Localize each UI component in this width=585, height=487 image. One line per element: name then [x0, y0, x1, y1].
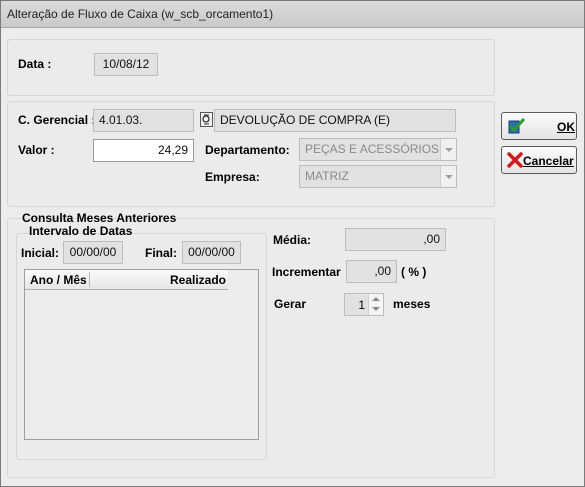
departamento-label: Departamento:: [205, 143, 290, 157]
ok-button[interactable]: OK: [501, 112, 577, 140]
stepper-buttons[interactable]: [368, 294, 383, 315]
final-label: Final:: [145, 246, 177, 260]
media-field: ,00: [345, 228, 446, 251]
final-field[interactable]: 00/00/00: [182, 241, 241, 264]
incrementar-field[interactable]: ,00: [346, 260, 397, 283]
chevron-down-icon[interactable]: [440, 166, 456, 187]
consulta-title: Consulta Meses Anteriores: [22, 211, 177, 225]
history-table[interactable]: Ano / Mês Realizado: [24, 269, 259, 440]
ok-label: OK: [557, 120, 575, 134]
cancel-label: Cancelar: [523, 154, 574, 168]
lookup-button[interactable]: [200, 112, 213, 127]
empresa-select[interactable]: MATRIZ: [299, 165, 457, 188]
chevron-down-icon[interactable]: [440, 139, 456, 160]
gerencial-code-field[interactable]: 4.01.03.: [93, 109, 194, 132]
inicial-field[interactable]: 00/00/00: [63, 241, 123, 264]
valor-input[interactable]: 24,29: [93, 139, 194, 162]
empresa-label: Empresa:: [205, 170, 260, 184]
gerar-label: Gerar: [274, 297, 307, 311]
date-field[interactable]: 10/08/12: [94, 53, 158, 76]
incrementar-label: Incrementar: [272, 265, 341, 279]
dialog-window: Alteração de Fluxo de Caixa (w_scb_orcam…: [0, 0, 585, 487]
departamento-value: PEÇAS E ACESSÓRIOS: [305, 142, 440, 156]
col-realizado[interactable]: Realizado: [170, 273, 226, 287]
date-label: Data :: [18, 57, 52, 71]
chevron-up-icon[interactable]: [372, 297, 380, 301]
chevron-down-icon[interactable]: [372, 307, 380, 311]
departamento-select[interactable]: PEÇAS E ACESSÓRIOS: [299, 138, 457, 161]
empresa-value: MATRIZ: [305, 169, 349, 183]
checkmark-with-bookmark-icon: [508, 117, 526, 134]
title-bar: Alteração de Fluxo de Caixa (w_scb_orcam…: [1, 1, 584, 28]
lookup-icon: [202, 114, 210, 125]
media-label: Média:: [273, 233, 312, 247]
percent-label: ( % ): [401, 265, 427, 279]
valor-label: Valor :: [18, 143, 55, 157]
gerar-stepper[interactable]: 1: [344, 293, 384, 316]
gerencial-label: C. Gerencial :: [18, 113, 96, 127]
table-header: Ano / Mês Realizado: [25, 270, 228, 290]
intervalo-title: Intervalo de Datas: [29, 224, 133, 238]
gerencial-description-field[interactable]: DEVOLUÇÃO DE COMPRA (E): [214, 109, 456, 132]
date-panel: [7, 39, 495, 96]
inicial-label: Inicial:: [21, 246, 60, 260]
column-divider: [89, 272, 90, 287]
window-title: Alteração de Fluxo de Caixa (w_scb_orcam…: [7, 7, 274, 21]
red-x-icon: [507, 152, 523, 168]
gerar-value: 1: [358, 298, 365, 312]
col-ano-mes[interactable]: Ano / Mês: [30, 273, 87, 287]
cancel-button[interactable]: Cancelar: [501, 146, 577, 174]
meses-label: meses: [393, 297, 431, 311]
